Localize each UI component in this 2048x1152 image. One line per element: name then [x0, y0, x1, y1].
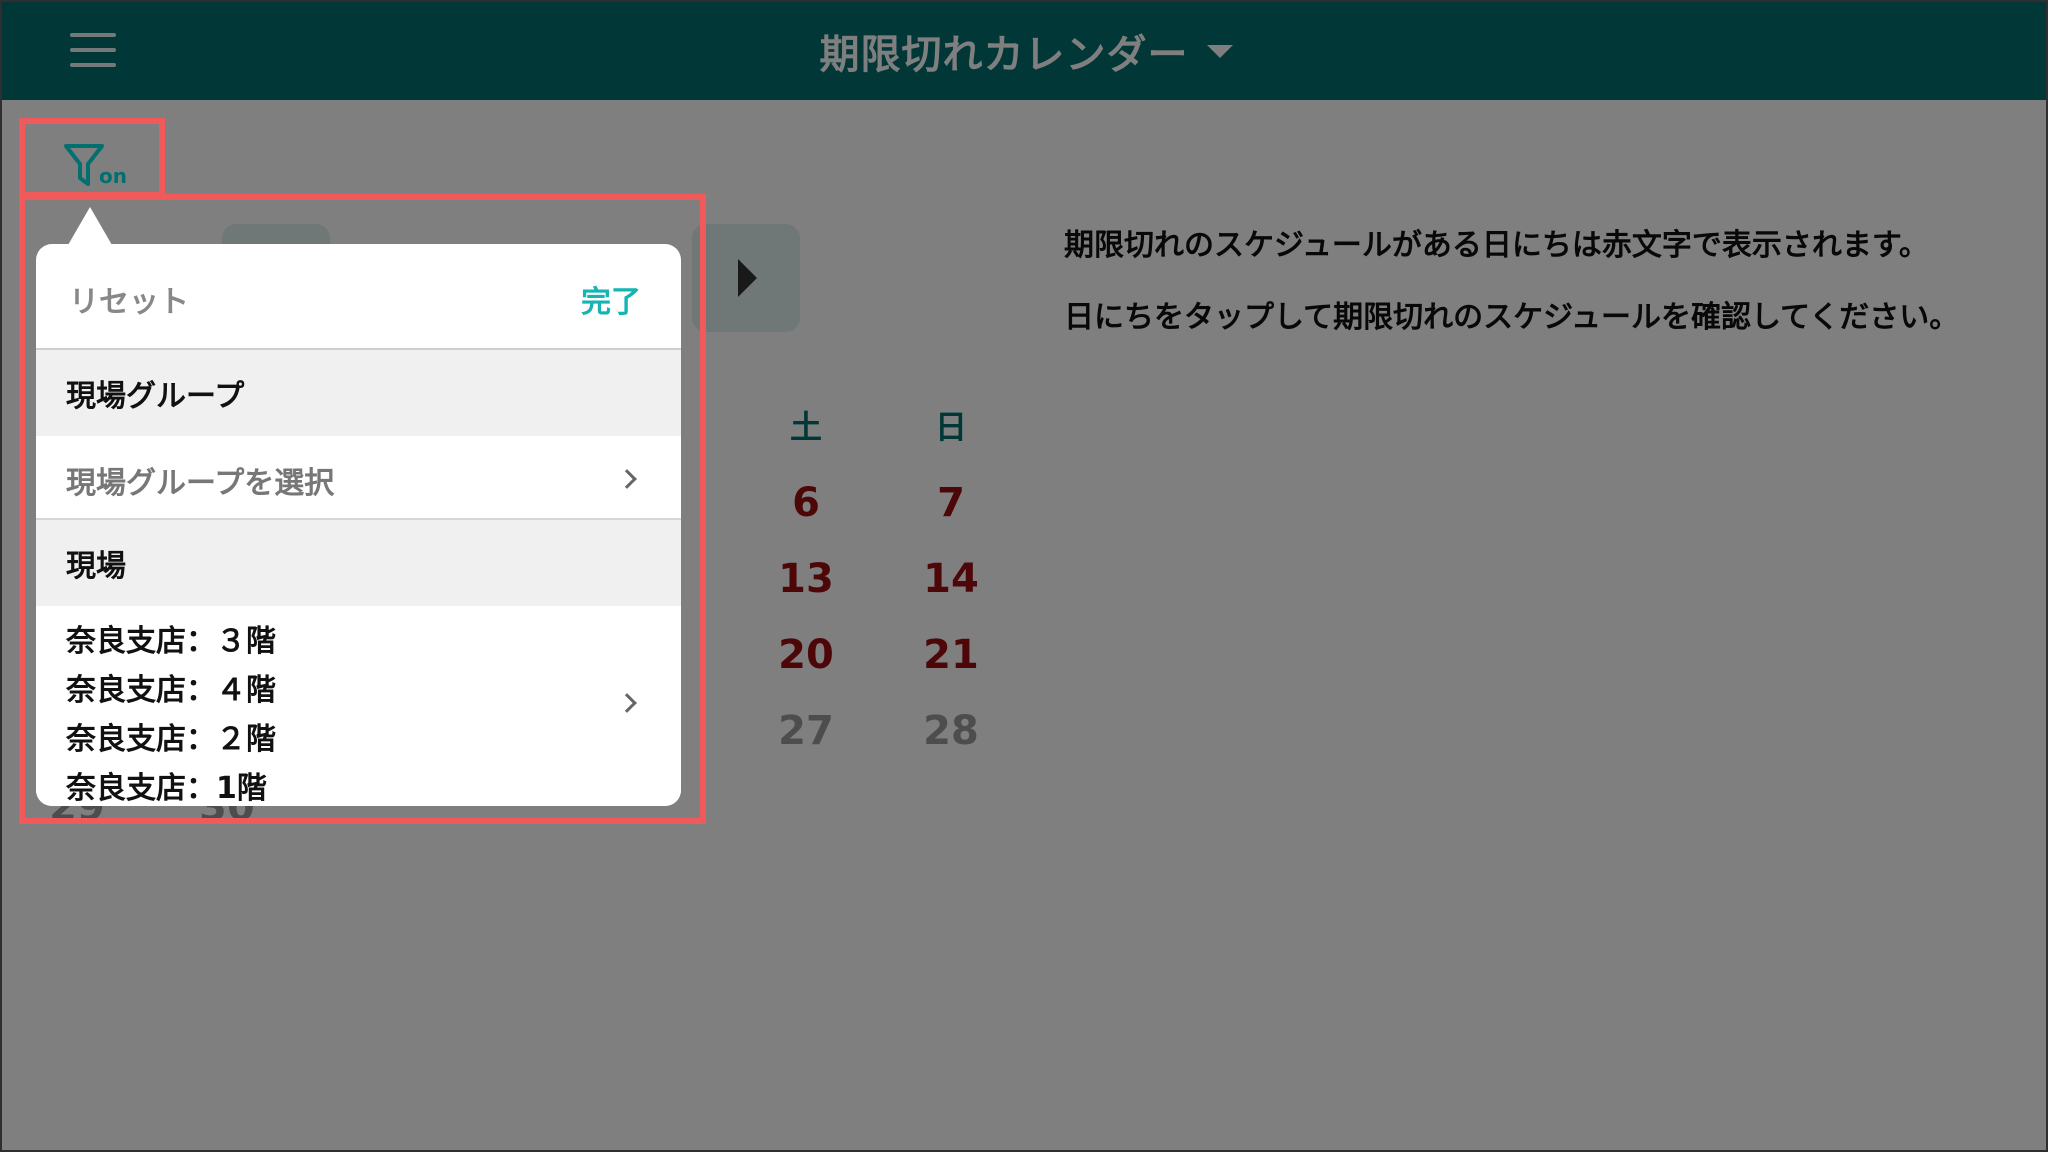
highlight-filter [19, 118, 165, 198]
section-header-site: 現場 [36, 520, 681, 606]
site-list-row[interactable]: 奈良支店：３階 奈良支店：４階 奈良支店：２階 奈良支店：1階 [36, 606, 681, 806]
popover-arrow [68, 207, 112, 245]
select-site-group-label: 現場グループを選択 [66, 466, 335, 501]
app-frame: 期限切れカレンダー 期限切れのスケジュールがある日にちは赤文字で表示されます。 … [0, 0, 2048, 1152]
chevron-right-icon [617, 693, 637, 713]
section-header-site-group: 現場グループ [36, 350, 681, 436]
site-item: 奈良支店：４階 [66, 673, 276, 708]
site-item: 奈良支店：３階 [66, 624, 276, 659]
filter-popover: リセット 完了 現場グループ 現場グループを選択 現場 奈良支店：３階 奈良支店… [36, 244, 681, 806]
chevron-right-icon [617, 469, 637, 489]
site-item: 奈良支店：２階 [66, 722, 276, 757]
select-site-group-row[interactable]: 現場グループを選択 [36, 436, 681, 520]
site-item: 奈良支店：1階 [66, 771, 267, 806]
popover-header: リセット 完了 [36, 244, 681, 350]
done-button[interactable]: 完了 [581, 277, 641, 321]
reset-button[interactable]: リセット [69, 277, 189, 321]
